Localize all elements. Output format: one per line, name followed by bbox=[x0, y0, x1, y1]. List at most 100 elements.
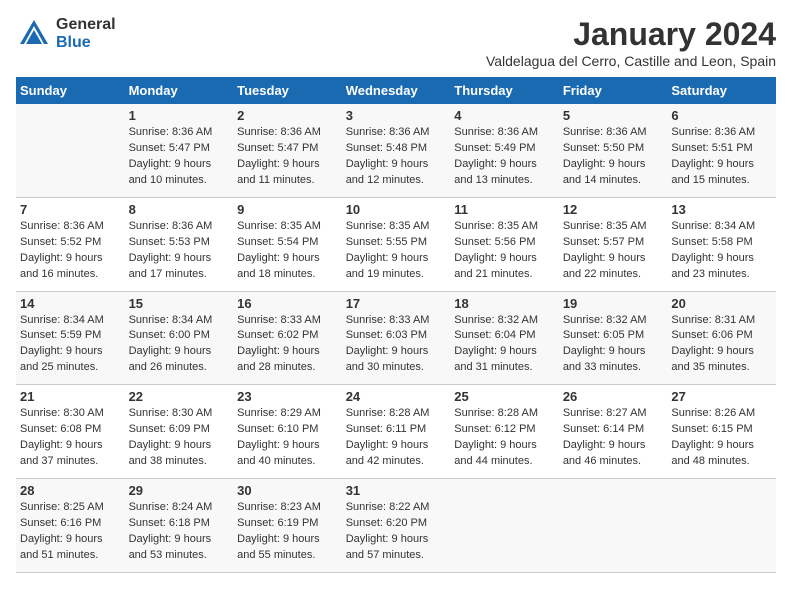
column-header-thursday: Thursday bbox=[450, 77, 559, 104]
week-row-5: 28 Sunrise: 8:25 AM Sunset: 6:16 PM Dayli… bbox=[16, 479, 776, 573]
day-info: Sunrise: 8:24 AM Sunset: 6:18 PM Dayligh… bbox=[129, 500, 230, 564]
calendar-cell: 27 Sunrise: 8:26 AM Sunset: 6:15 PM Dayli… bbox=[667, 385, 776, 479]
column-header-tuesday: Tuesday bbox=[233, 77, 342, 104]
day-info: Sunrise: 8:36 AM Sunset: 5:49 PM Dayligh… bbox=[454, 125, 555, 189]
day-number: 22 bbox=[129, 389, 230, 404]
day-info: Sunrise: 8:36 AM Sunset: 5:47 PM Dayligh… bbox=[129, 125, 230, 189]
calendar-cell: 23 Sunrise: 8:29 AM Sunset: 6:10 PM Dayli… bbox=[233, 385, 342, 479]
calendar-cell: 8 Sunrise: 8:36 AM Sunset: 5:53 PM Daylig… bbox=[125, 197, 234, 291]
day-number: 26 bbox=[563, 389, 664, 404]
day-info: Sunrise: 8:29 AM Sunset: 6:10 PM Dayligh… bbox=[237, 406, 338, 470]
calendar-cell: 22 Sunrise: 8:30 AM Sunset: 6:09 PM Dayli… bbox=[125, 385, 234, 479]
day-number: 23 bbox=[237, 389, 338, 404]
day-number: 28 bbox=[20, 483, 121, 498]
day-info: Sunrise: 8:34 AM Sunset: 5:58 PM Dayligh… bbox=[671, 219, 772, 283]
column-header-friday: Friday bbox=[559, 77, 668, 104]
day-info: Sunrise: 8:32 AM Sunset: 6:04 PM Dayligh… bbox=[454, 313, 555, 377]
day-number: 29 bbox=[129, 483, 230, 498]
calendar-cell bbox=[667, 479, 776, 573]
calendar-cell: 20 Sunrise: 8:31 AM Sunset: 6:06 PM Dayli… bbox=[667, 291, 776, 385]
day-info: Sunrise: 8:34 AM Sunset: 6:00 PM Dayligh… bbox=[129, 313, 230, 377]
day-number: 2 bbox=[237, 108, 338, 123]
logo-icon bbox=[16, 16, 52, 52]
day-info: Sunrise: 8:28 AM Sunset: 6:12 PM Dayligh… bbox=[454, 406, 555, 470]
day-info: Sunrise: 8:32 AM Sunset: 6:05 PM Dayligh… bbox=[563, 313, 664, 377]
day-number: 31 bbox=[346, 483, 447, 498]
calendar-cell bbox=[559, 479, 668, 573]
day-number: 9 bbox=[237, 202, 338, 217]
day-number: 7 bbox=[20, 202, 121, 217]
calendar-cell: 7 Sunrise: 8:36 AM Sunset: 5:52 PM Daylig… bbox=[16, 197, 125, 291]
day-number: 15 bbox=[129, 296, 230, 311]
calendar-cell: 15 Sunrise: 8:34 AM Sunset: 6:00 PM Dayli… bbox=[125, 291, 234, 385]
calendar-cell: 10 Sunrise: 8:35 AM Sunset: 5:55 PM Dayli… bbox=[342, 197, 451, 291]
day-number: 14 bbox=[20, 296, 121, 311]
column-header-saturday: Saturday bbox=[667, 77, 776, 104]
day-info: Sunrise: 8:36 AM Sunset: 5:53 PM Dayligh… bbox=[129, 219, 230, 283]
calendar-cell bbox=[450, 479, 559, 573]
day-info: Sunrise: 8:22 AM Sunset: 6:20 PM Dayligh… bbox=[346, 500, 447, 564]
calendar-cell: 31 Sunrise: 8:22 AM Sunset: 6:20 PM Dayli… bbox=[342, 479, 451, 573]
calendar-cell: 2 Sunrise: 8:36 AM Sunset: 5:47 PM Daylig… bbox=[233, 104, 342, 197]
calendar-cell: 9 Sunrise: 8:35 AM Sunset: 5:54 PM Daylig… bbox=[233, 197, 342, 291]
calendar-cell: 26 Sunrise: 8:27 AM Sunset: 6:14 PM Dayli… bbox=[559, 385, 668, 479]
day-info: Sunrise: 8:35 AM Sunset: 5:54 PM Dayligh… bbox=[237, 219, 338, 283]
day-number: 20 bbox=[671, 296, 772, 311]
day-number: 18 bbox=[454, 296, 555, 311]
day-number: 25 bbox=[454, 389, 555, 404]
calendar-cell: 1 Sunrise: 8:36 AM Sunset: 5:47 PM Daylig… bbox=[125, 104, 234, 197]
day-number: 3 bbox=[346, 108, 447, 123]
day-info: Sunrise: 8:26 AM Sunset: 6:15 PM Dayligh… bbox=[671, 406, 772, 470]
day-number: 4 bbox=[454, 108, 555, 123]
day-info: Sunrise: 8:27 AM Sunset: 6:14 PM Dayligh… bbox=[563, 406, 664, 470]
day-info: Sunrise: 8:31 AM Sunset: 6:06 PM Dayligh… bbox=[671, 313, 772, 377]
day-info: Sunrise: 8:34 AM Sunset: 5:59 PM Dayligh… bbox=[20, 313, 121, 377]
day-number: 17 bbox=[346, 296, 447, 311]
day-number: 8 bbox=[129, 202, 230, 217]
calendar-cell: 3Sunrise: 8:36 AM Sunset: 5:48 PM Daylig… bbox=[342, 104, 451, 197]
logo-text: General Blue bbox=[56, 16, 116, 51]
day-number: 10 bbox=[346, 202, 447, 217]
logo: General Blue bbox=[16, 16, 116, 52]
day-info: Sunrise: 8:36 AM Sunset: 5:52 PM Dayligh… bbox=[20, 219, 121, 283]
day-number: 11 bbox=[454, 202, 555, 217]
header-row: SundayMondayTuesdayWednesdayThursdayFrid… bbox=[16, 77, 776, 104]
title-area: January 2024 Valdelagua del Cerro, Casti… bbox=[486, 16, 776, 69]
day-info: Sunrise: 8:28 AM Sunset: 6:11 PM Dayligh… bbox=[346, 406, 447, 470]
day-number: 6 bbox=[671, 108, 772, 123]
calendar-cell: 11Sunrise: 8:35 AM Sunset: 5:56 PM Dayli… bbox=[450, 197, 559, 291]
day-number: 19 bbox=[563, 296, 664, 311]
week-row-2: 7 Sunrise: 8:36 AM Sunset: 5:52 PM Daylig… bbox=[16, 197, 776, 291]
calendar-cell: 24Sunrise: 8:28 AM Sunset: 6:11 PM Dayli… bbox=[342, 385, 451, 479]
calendar-cell: 28 Sunrise: 8:25 AM Sunset: 6:16 PM Dayli… bbox=[16, 479, 125, 573]
calendar-cell bbox=[16, 104, 125, 197]
day-number: 13 bbox=[671, 202, 772, 217]
calendar-cell: 18 Sunrise: 8:32 AM Sunset: 6:04 PM Dayli… bbox=[450, 291, 559, 385]
week-row-3: 14 Sunrise: 8:34 AM Sunset: 5:59 PM Dayli… bbox=[16, 291, 776, 385]
day-info: Sunrise: 8:36 AM Sunset: 5:50 PM Dayligh… bbox=[563, 125, 664, 189]
day-number: 27 bbox=[671, 389, 772, 404]
day-number: 12 bbox=[563, 202, 664, 217]
calendar-cell: 13 Sunrise: 8:34 AM Sunset: 5:58 PM Dayli… bbox=[667, 197, 776, 291]
column-header-sunday: Sunday bbox=[16, 77, 125, 104]
day-number: 30 bbox=[237, 483, 338, 498]
calendar-table: SundayMondayTuesdayWednesdayThursdayFrid… bbox=[16, 77, 776, 573]
calendar-cell: 29 Sunrise: 8:24 AM Sunset: 6:18 PM Dayli… bbox=[125, 479, 234, 573]
day-info: Sunrise: 8:36 AM Sunset: 5:47 PM Dayligh… bbox=[237, 125, 338, 189]
day-info: Sunrise: 8:35 AM Sunset: 5:57 PM Dayligh… bbox=[563, 219, 664, 283]
calendar-cell: 30 Sunrise: 8:23 AM Sunset: 6:19 PM Dayli… bbox=[233, 479, 342, 573]
day-number: 5 bbox=[563, 108, 664, 123]
logo-blue: Blue bbox=[56, 34, 116, 52]
day-info: Sunrise: 8:35 AM Sunset: 5:55 PM Dayligh… bbox=[346, 219, 447, 283]
calendar-cell: 4 Sunrise: 8:36 AM Sunset: 5:49 PM Daylig… bbox=[450, 104, 559, 197]
day-info: Sunrise: 8:30 AM Sunset: 6:08 PM Dayligh… bbox=[20, 406, 121, 470]
header: General Blue January 2024 Valdelagua del… bbox=[16, 16, 776, 69]
week-row-1: 1 Sunrise: 8:36 AM Sunset: 5:47 PM Daylig… bbox=[16, 104, 776, 197]
calendar-cell: 14 Sunrise: 8:34 AM Sunset: 5:59 PM Dayli… bbox=[16, 291, 125, 385]
day-info: Sunrise: 8:30 AM Sunset: 6:09 PM Dayligh… bbox=[129, 406, 230, 470]
day-info: Sunrise: 8:23 AM Sunset: 6:19 PM Dayligh… bbox=[237, 500, 338, 564]
calendar-cell: 25 Sunrise: 8:28 AM Sunset: 6:12 PM Dayli… bbox=[450, 385, 559, 479]
day-number: 1 bbox=[129, 108, 230, 123]
day-info: Sunrise: 8:25 AM Sunset: 6:16 PM Dayligh… bbox=[20, 500, 121, 564]
month-title: January 2024 bbox=[486, 16, 776, 53]
